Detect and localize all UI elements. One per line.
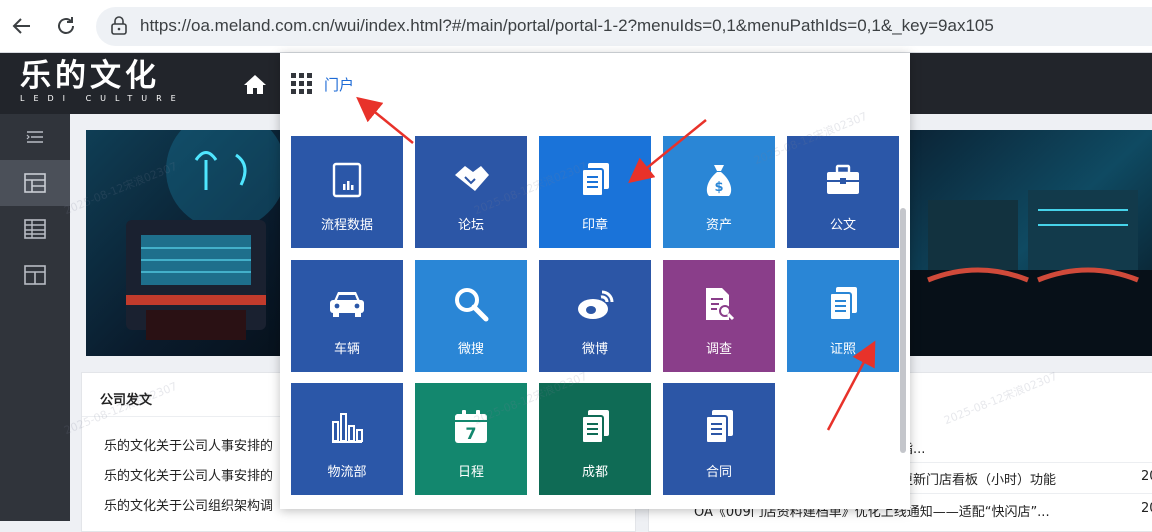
portal-menu-title: 门户 [324, 76, 355, 94]
portal-menu-header[interactable]: 门户 [280, 53, 413, 115]
portal-tile-label: 论坛 [457, 218, 484, 233]
portal-tile[interactable]: 物流部 [291, 383, 403, 495]
company-logo[interactable]: 乐的文化 LEDI CULTURE [20, 61, 210, 107]
arcade-photo [908, 130, 1152, 356]
money-bag-icon: $ [703, 162, 735, 198]
calendar-icon: 7 [453, 409, 489, 445]
portal-tile[interactable]: 7 日程 [415, 383, 527, 495]
tablet-chart-icon [331, 162, 363, 198]
car-icon [328, 286, 366, 322]
portal-tile[interactable]: 成都 [539, 383, 651, 495]
sidebar-item-table[interactable] [0, 206, 70, 252]
popup-scrollbar[interactable] [900, 208, 906, 453]
banner-image-left[interactable] [86, 130, 306, 356]
home-icon[interactable] [243, 73, 267, 95]
arcade-photo [86, 130, 306, 356]
documents-icon [703, 409, 735, 445]
notice-item[interactable]: 更新门店看板（小时）功能 [900, 469, 1056, 488]
sidebar-item-portal[interactable] [0, 160, 70, 206]
portal-tile[interactable]: 微搜 [415, 260, 527, 372]
svg-text:$: $ [714, 180, 723, 195]
bar-chart-icon [330, 409, 364, 445]
portal-tile-label: 物流部 [327, 465, 367, 480]
left-sidebar [0, 114, 70, 521]
portal-tile[interactable]: 印章 [539, 136, 651, 248]
portal-menu-popup: 门户 流程数据 论坛 印章 $ 资产 公文车辆 微搜 微博 调查 证照物流部 7 日程 成都 合同 [280, 53, 910, 509]
notice-date: 20 [1141, 501, 1152, 516]
logo-chinese: 乐的文化 [20, 58, 160, 94]
site-info-icon[interactable] [108, 15, 130, 37]
notice-date: 20 [1141, 469, 1152, 484]
news-item[interactable]: 乐的文化关于公司人事安排的 [104, 465, 273, 484]
news-item[interactable]: 乐的文化关于公司组织架构调 [104, 495, 273, 514]
portal-tile[interactable]: $ 资产 [663, 136, 775, 248]
portal-tile-label: 日程 [457, 465, 484, 480]
sidebar-item-panels[interactable] [0, 252, 70, 298]
portal-tile[interactable]: 证照 [787, 260, 899, 372]
portal-tile[interactable]: 车辆 [291, 260, 403, 372]
survey-icon [702, 286, 736, 322]
url-text: https://oa.meland.com.cn/wui/index.html?… [140, 16, 994, 35]
portal-tile-label: 流程数据 [320, 218, 373, 233]
magnifier-icon [453, 286, 489, 322]
portal-tile-label: 证照 [829, 342, 856, 357]
logo-english: LEDI CULTURE [20, 94, 185, 103]
grid-menu-icon [291, 73, 312, 94]
briefcase-icon [825, 162, 861, 198]
portal-tile[interactable]: 流程数据 [291, 136, 403, 248]
documents-icon [579, 162, 611, 198]
browser-toolbar: https://oa.meland.com.cn/wui/index.html?… [0, 0, 1152, 53]
portal-tile[interactable]: 公文 [787, 136, 899, 248]
portal-tile-label: 合同 [705, 465, 732, 480]
banner-image-right[interactable] [908, 130, 1152, 356]
weibo-icon [576, 286, 614, 322]
calendar-day: 7 [465, 424, 476, 443]
layout-icon [24, 173, 46, 193]
portal-tile-label: 微搜 [457, 342, 484, 357]
reload-icon [58, 17, 74, 34]
panels-icon [24, 265, 46, 285]
documents-icon [579, 409, 611, 445]
portal-tile[interactable]: 论坛 [415, 136, 527, 248]
documents-icon [827, 286, 859, 322]
portal-tile-label: 微博 [581, 342, 608, 357]
reload-button[interactable] [50, 10, 82, 42]
handshake-icon [451, 162, 491, 198]
back-button[interactable] [6, 10, 38, 42]
portal-tile[interactable]: 合同 [663, 383, 775, 495]
news-item[interactable]: 乐的文化关于公司人事安排的 [104, 435, 273, 454]
portal-tile-label: 调查 [705, 342, 732, 357]
address-bar[interactable]: https://oa.meland.com.cn/wui/index.html?… [96, 7, 1152, 46]
portal-tile-label: 公文 [829, 218, 856, 233]
portal-tile-label: 成都 [581, 465, 608, 480]
panel-title: 公司发文 [100, 393, 153, 408]
portal-tile-label: 资产 [705, 218, 732, 233]
portal-tile[interactable]: 微博 [539, 260, 651, 372]
portal-tile-label: 车辆 [333, 342, 360, 357]
menu-toggle-button[interactable] [0, 114, 70, 160]
portal-tile[interactable]: 调查 [663, 260, 775, 372]
portal-tile-label: 印章 [581, 218, 608, 233]
table-icon [24, 219, 46, 239]
collapse-menu-icon [26, 131, 43, 143]
back-arrow-icon [12, 18, 30, 34]
